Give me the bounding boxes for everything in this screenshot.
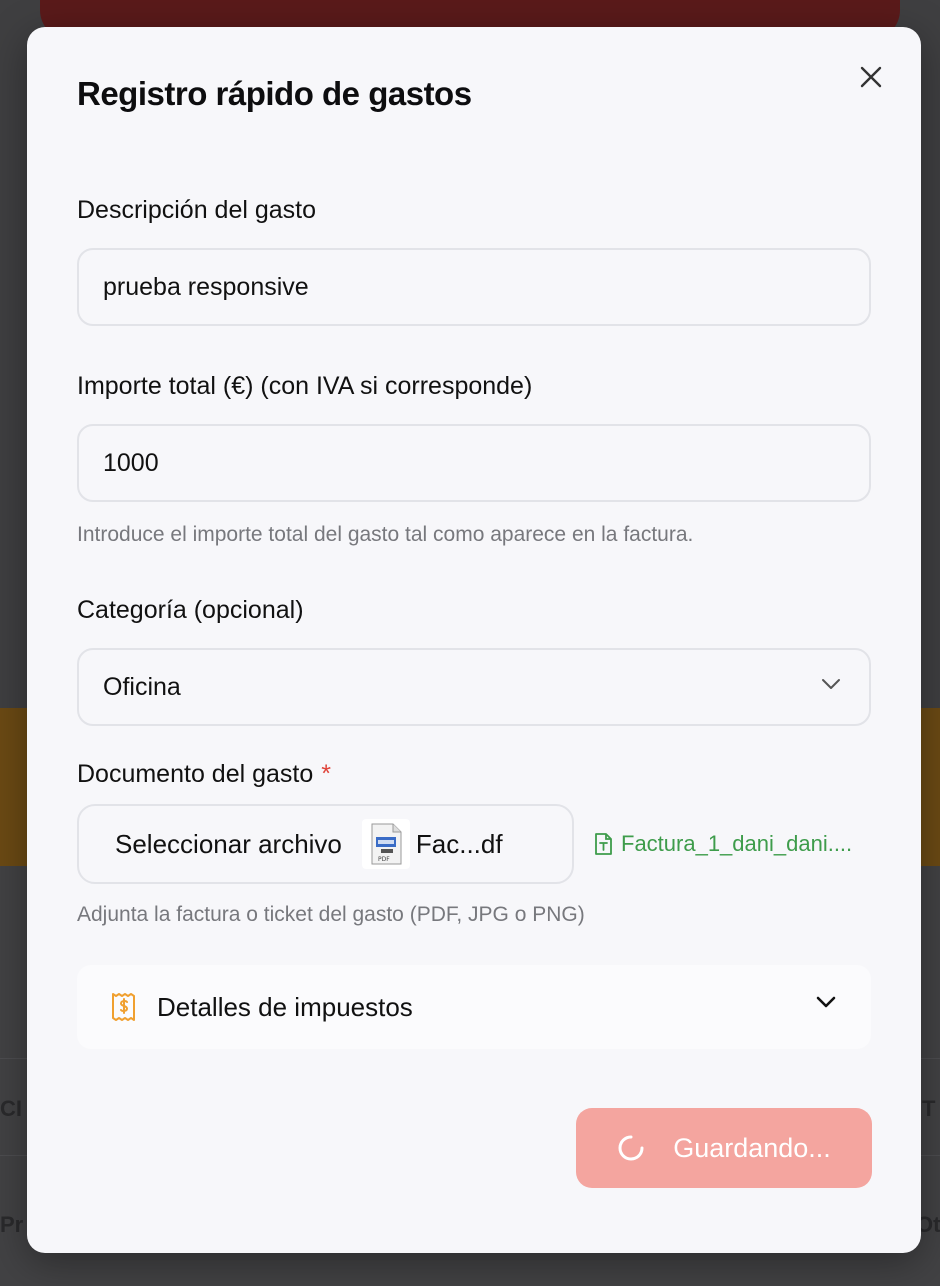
category-selected-value: Oficina xyxy=(103,672,181,701)
chevron-down-icon xyxy=(816,996,836,1008)
amount-helper: Introduce el importe total del gasto tal… xyxy=(77,523,694,546)
description-label: Descripción del gasto xyxy=(77,196,317,224)
description-input[interactable]: prueba responsive xyxy=(77,248,871,326)
uploaded-file-link[interactable]: Factura_1_dani_dani.... xyxy=(593,831,883,857)
close-button[interactable] xyxy=(853,59,889,95)
save-button[interactable]: Guardando... xyxy=(576,1108,872,1188)
amount-value: 1000 xyxy=(103,448,159,477)
save-button-label: Guardando... xyxy=(673,1132,831,1163)
category-label: Categoría (opcional) xyxy=(77,596,304,624)
tax-details-toggle[interactable]: Detalles de impuestos xyxy=(77,965,871,1049)
tax-details-label: Detalles de impuestos xyxy=(157,991,413,1022)
pdf-file-icon: PDF xyxy=(361,819,410,869)
file-input[interactable]: Seleccionar archivo PDF Fac...df xyxy=(77,804,574,884)
background-table-cell-fragment: Pr xyxy=(0,1212,24,1237)
close-icon xyxy=(860,66,882,88)
receipt-dollar-icon xyxy=(112,993,135,1021)
chevron-down-icon xyxy=(822,679,840,689)
required-marker: * xyxy=(321,760,331,788)
svg-text:PDF: PDF xyxy=(378,856,390,863)
selected-file-name: Fac...df xyxy=(415,828,503,859)
background-table-header-fragment: CI xyxy=(0,1096,22,1121)
document-helper: Adjunta la factura o ticket del gasto (P… xyxy=(77,903,585,926)
text-file-icon xyxy=(595,833,612,855)
amount-label: Importe total (€) (con IVA si correspond… xyxy=(77,372,533,400)
amount-input[interactable]: 1000 xyxy=(77,424,871,502)
spinner-icon xyxy=(618,1135,644,1161)
description-value: prueba responsive xyxy=(103,272,309,301)
background-table-header-fragment: T xyxy=(922,1096,936,1121)
category-select[interactable]: Oficina xyxy=(77,648,871,726)
expense-modal: Registro rápido de gastos Descripción de… xyxy=(27,27,921,1253)
document-label: Documento del gasto * xyxy=(77,760,331,788)
select-file-button[interactable]: Seleccionar archivo xyxy=(115,829,342,860)
uploaded-file-name: Factura_1_dani_dani.... xyxy=(621,831,853,856)
modal-title: Registro rápido de gastos xyxy=(77,75,472,112)
